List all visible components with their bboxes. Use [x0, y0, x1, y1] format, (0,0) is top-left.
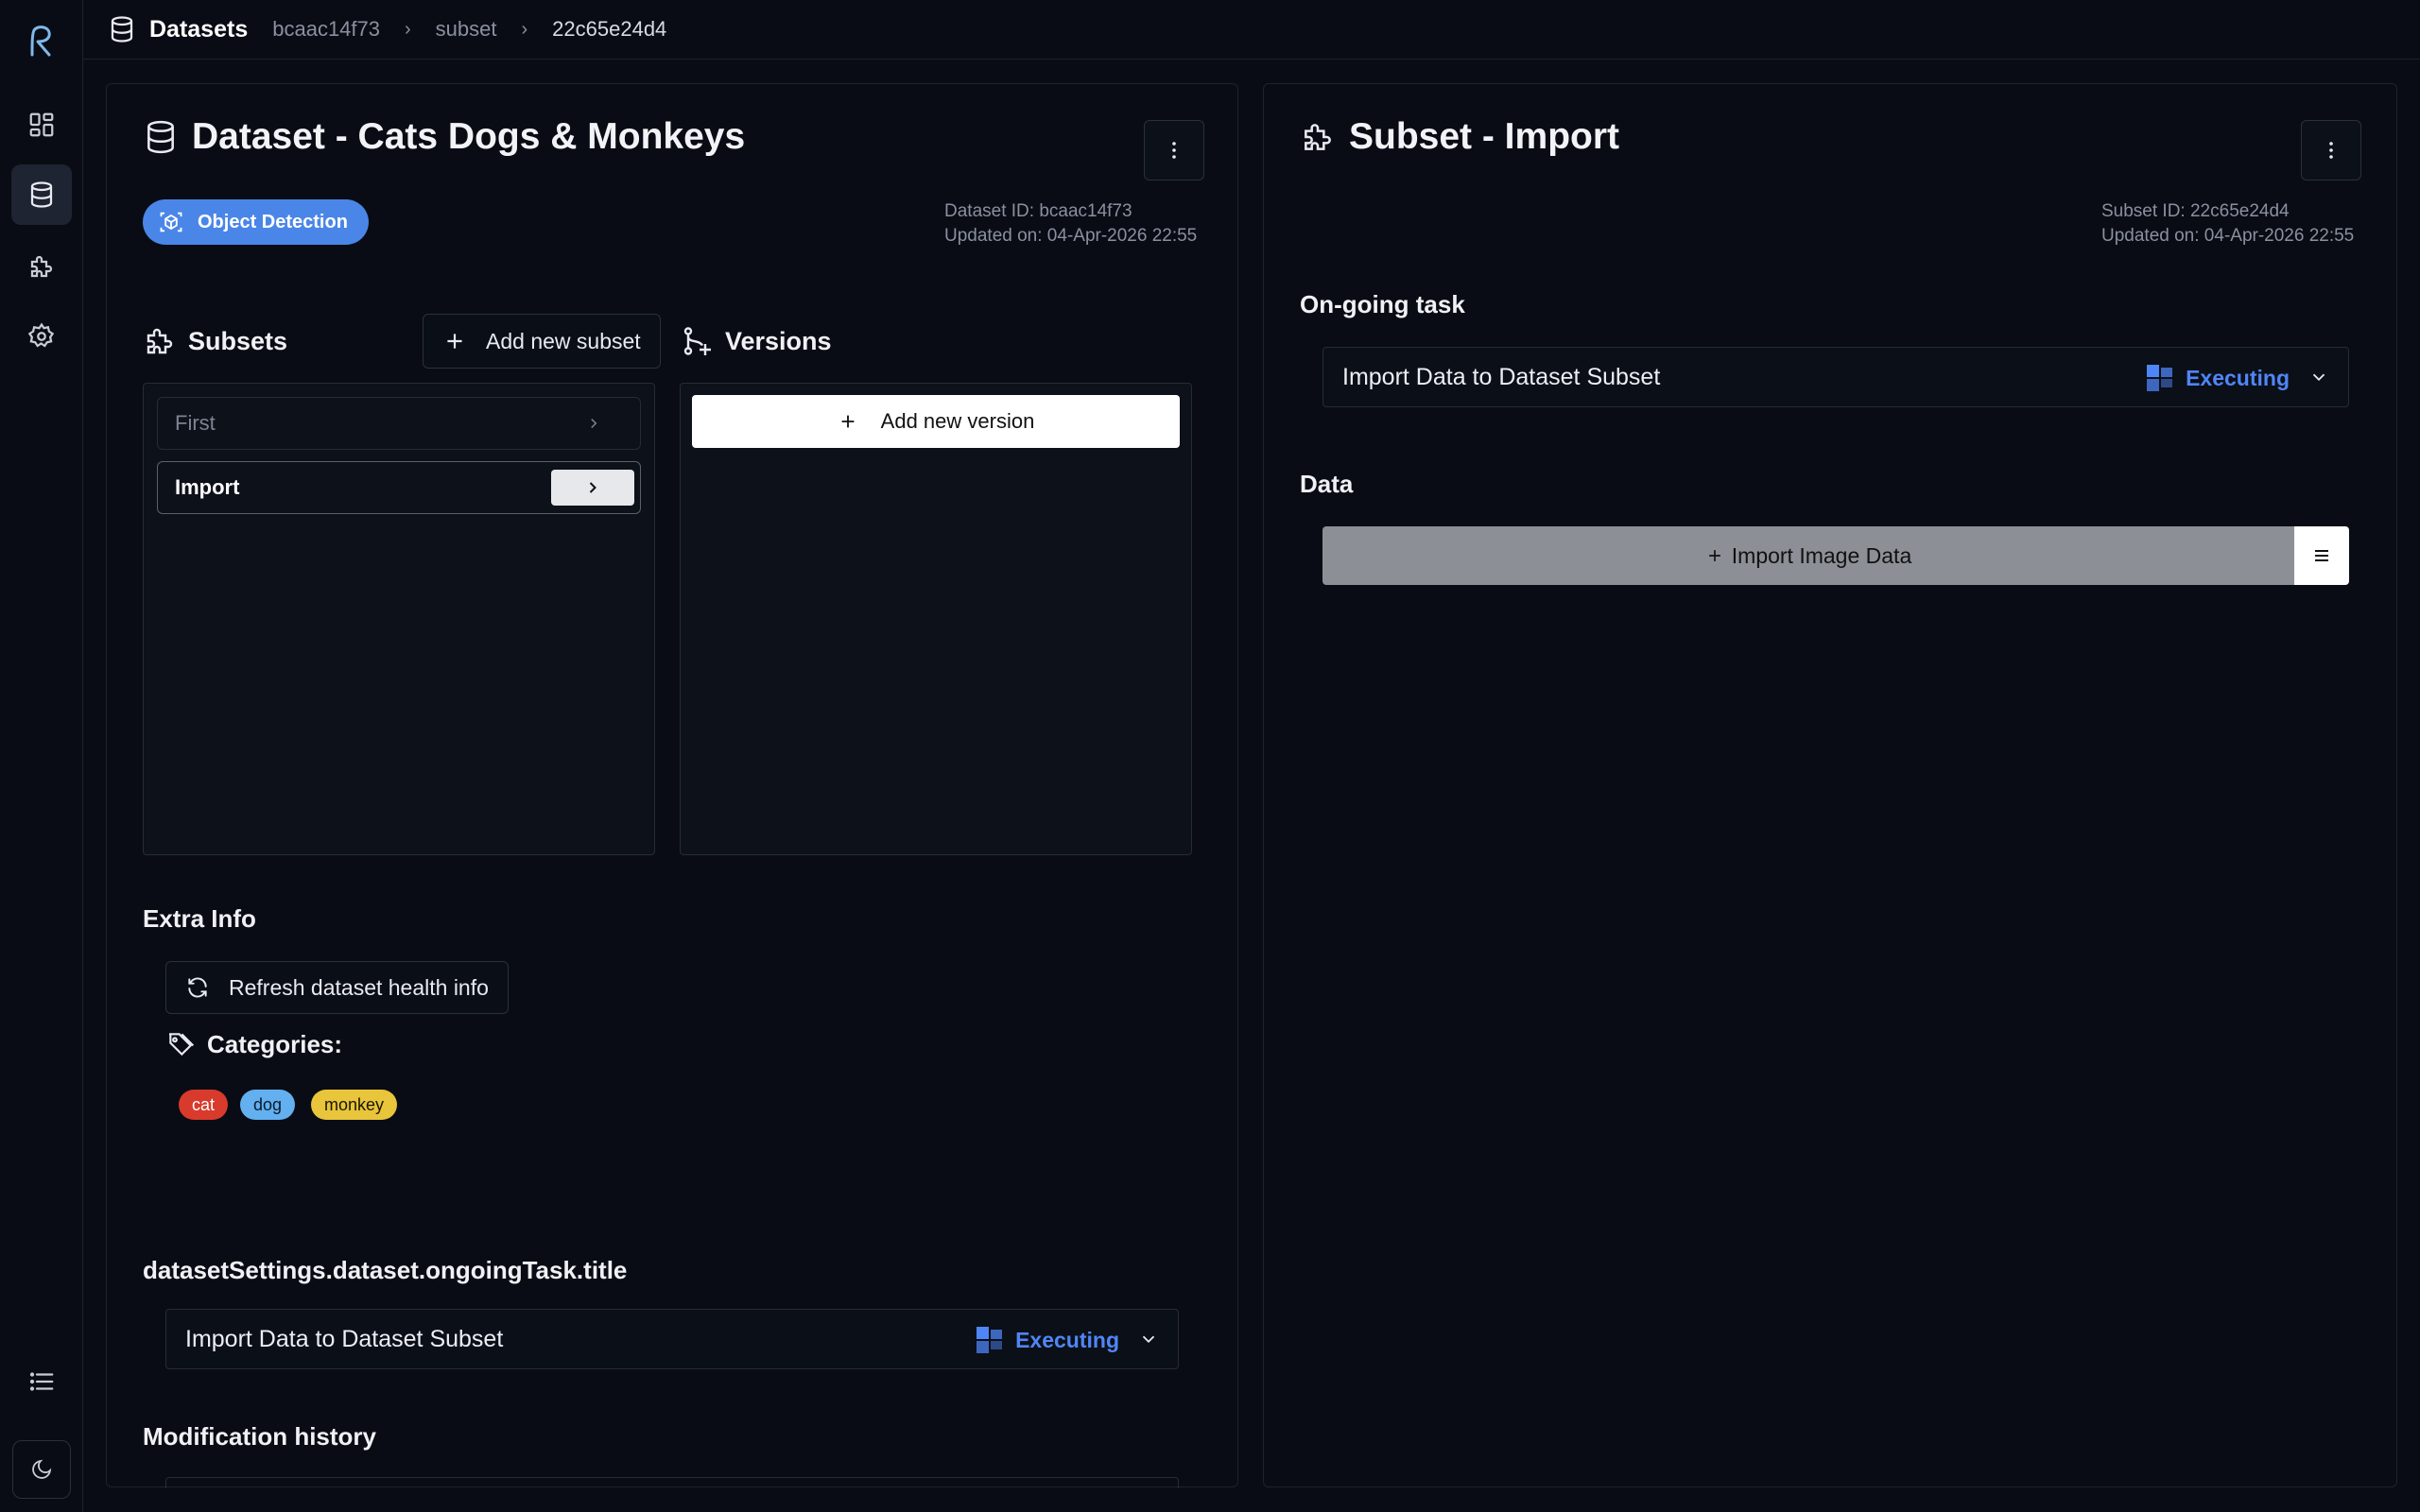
categories-label-text: Categories:	[207, 1029, 343, 1058]
subset-title: Subset - Import	[1300, 116, 1619, 158]
dataset-updated: Updated on: 04-Apr-2026 22:55	[944, 226, 1198, 246]
breadcrumb-current: 22c65e24d4	[552, 17, 667, 41]
moon-icon	[32, 1459, 52, 1479]
more-vertical-icon	[1172, 142, 1176, 159]
versions-heading: Versions	[680, 324, 832, 358]
history-heading: Modification history	[143, 1422, 376, 1451]
ongoing-task-row[interactable]: Import Data to Dataset Subset Executing	[165, 1309, 1179, 1369]
task-status-label: Executing	[1015, 1327, 1119, 1352]
chevron-down-icon	[1142, 1335, 1155, 1344]
plus-icon	[1708, 550, 1720, 561]
executing-icon	[977, 1327, 1003, 1353]
nav-dashboard[interactable]	[11, 94, 72, 155]
menu-icon	[2315, 550, 2328, 561]
breadcrumb-dataset[interactable]: bcaac14f73	[272, 17, 380, 42]
subset-meta: Subset ID: 22c65e24d4 Updated on: 04-Apr…	[2101, 199, 2354, 249]
subset-item-first[interactable]: First	[157, 397, 641, 450]
dataset-title: Dataset - Cats Dogs & Monkeys	[143, 116, 745, 158]
task-name: Import Data to Dataset Subset	[1342, 363, 1661, 390]
versions-list: Add new version	[680, 383, 1192, 855]
import-options-button[interactable]	[2294, 526, 2349, 585]
add-subset-button[interactable]: Add new subset	[423, 314, 661, 369]
object-detection-icon	[160, 212, 182, 232]
git-branch-icon	[683, 327, 711, 355]
subset-task-row[interactable]: Import Data to Dataset Subset Executing	[1322, 347, 2349, 407]
subset-id: Subset ID: 22c65e24d4	[2101, 201, 2290, 221]
theme-toggle[interactable]	[12, 1440, 71, 1499]
executing-icon	[2147, 365, 2173, 391]
add-subset-label: Add new subset	[486, 328, 641, 353]
subset-ongoing-heading: On-going task	[1300, 290, 1465, 318]
subset-updated: Updated on: 04-Apr-2026 22:55	[2101, 226, 2355, 246]
dataset-meta: Dataset ID: bcaac14f73 Updated on: 04-Ap…	[944, 199, 1197, 249]
gear-icon	[27, 322, 55, 348]
plus-icon	[841, 415, 855, 428]
puzzle-icon	[1305, 124, 1331, 150]
categories-label: Categories:	[165, 1029, 342, 1059]
breadcrumb-root[interactable]: Datasets	[149, 16, 248, 43]
dataset-title-text: Dataset - Cats Dogs & Monkeys	[192, 116, 746, 157]
category-chip-dog: dog	[240, 1090, 296, 1120]
chevron-right-icon	[591, 418, 597, 429]
category-chip-monkey: monkey	[311, 1090, 398, 1120]
chevron-down-icon	[2312, 373, 2325, 382]
subsets-heading-text: Subsets	[188, 326, 288, 355]
dataset-menu-button[interactable]	[1144, 120, 1204, 180]
database-icon	[30, 181, 53, 208]
nav-settings[interactable]	[11, 306, 72, 367]
open-subset-button[interactable]	[551, 470, 634, 506]
puzzle-icon	[147, 328, 173, 354]
task-name: Import Data to Dataset Subset	[185, 1325, 504, 1352]
database-icon	[111, 16, 133, 43]
data-heading: Data	[1300, 470, 1354, 498]
import-image-data-label: Import Image Data	[1731, 542, 1912, 568]
import-data-control: Import Image Data	[1322, 526, 2349, 585]
dataset-type-label: Object Detection	[198, 211, 348, 232]
ongoing-task-heading: datasetSettings.dataset.ongoingTask.titl…	[143, 1256, 628, 1284]
extra-info-heading: Extra Info	[143, 904, 256, 933]
chevron-right-icon: ›	[521, 18, 528, 40]
add-version-label: Add new version	[880, 409, 1035, 433]
list-icon	[29, 1372, 54, 1391]
task-status-label: Executing	[2186, 365, 2290, 390]
refresh-icon	[188, 977, 207, 998]
subset-title-text: Subset - Import	[1349, 116, 1620, 157]
task-status: Executing	[2146, 348, 2290, 408]
chevron-right-icon: ›	[405, 18, 411, 40]
task-status: Executing	[976, 1310, 1119, 1370]
nav-models[interactable]	[11, 236, 72, 297]
dataset-panel: Dataset - Cats Dogs & Monkeys Object Det…	[106, 83, 1238, 1488]
chevron-right-icon	[589, 482, 596, 493]
import-image-data-button[interactable]: Import Image Data	[1322, 526, 2294, 585]
database-icon	[147, 120, 174, 154]
dashboard-icon	[29, 112, 54, 137]
plus-icon	[447, 334, 462, 349]
dataset-id: Dataset ID: bcaac14f73	[944, 201, 1132, 221]
subset-item-import[interactable]: Import	[157, 461, 641, 514]
subset-item-label: Import	[175, 475, 240, 499]
subset-item-label: First	[175, 411, 216, 435]
dataset-type-badge: Object Detection	[143, 199, 369, 245]
history-list	[165, 1477, 1179, 1488]
more-vertical-icon	[2329, 142, 2333, 159]
category-chip-cat: cat	[179, 1090, 229, 1120]
nav-task-list[interactable]	[11, 1351, 72, 1412]
app-logo[interactable]	[21, 21, 62, 62]
subsets-list: First Import	[143, 383, 655, 855]
refresh-health-label: Refresh dataset health info	[229, 974, 489, 1000]
subsets-heading: Subsets	[143, 324, 287, 358]
tags-icon	[169, 1033, 195, 1057]
breadcrumb-subset[interactable]: subset	[436, 17, 497, 42]
puzzle-icon	[30, 255, 53, 278]
nav-datasets[interactable]	[11, 164, 72, 225]
versions-heading-text: Versions	[725, 326, 832, 355]
subset-menu-button[interactable]	[2301, 120, 2361, 180]
refresh-health-button[interactable]: Refresh dataset health info	[165, 961, 509, 1014]
breadcrumb: Datasets bcaac14f73 › subset › 22c65e24d…	[83, 0, 2420, 60]
subset-panel: Subset - Import Subset ID: 22c65e24d4 Up…	[1263, 83, 2397, 1487]
add-version-button[interactable]: Add new version	[692, 395, 1180, 448]
sidebar	[0, 0, 83, 1512]
